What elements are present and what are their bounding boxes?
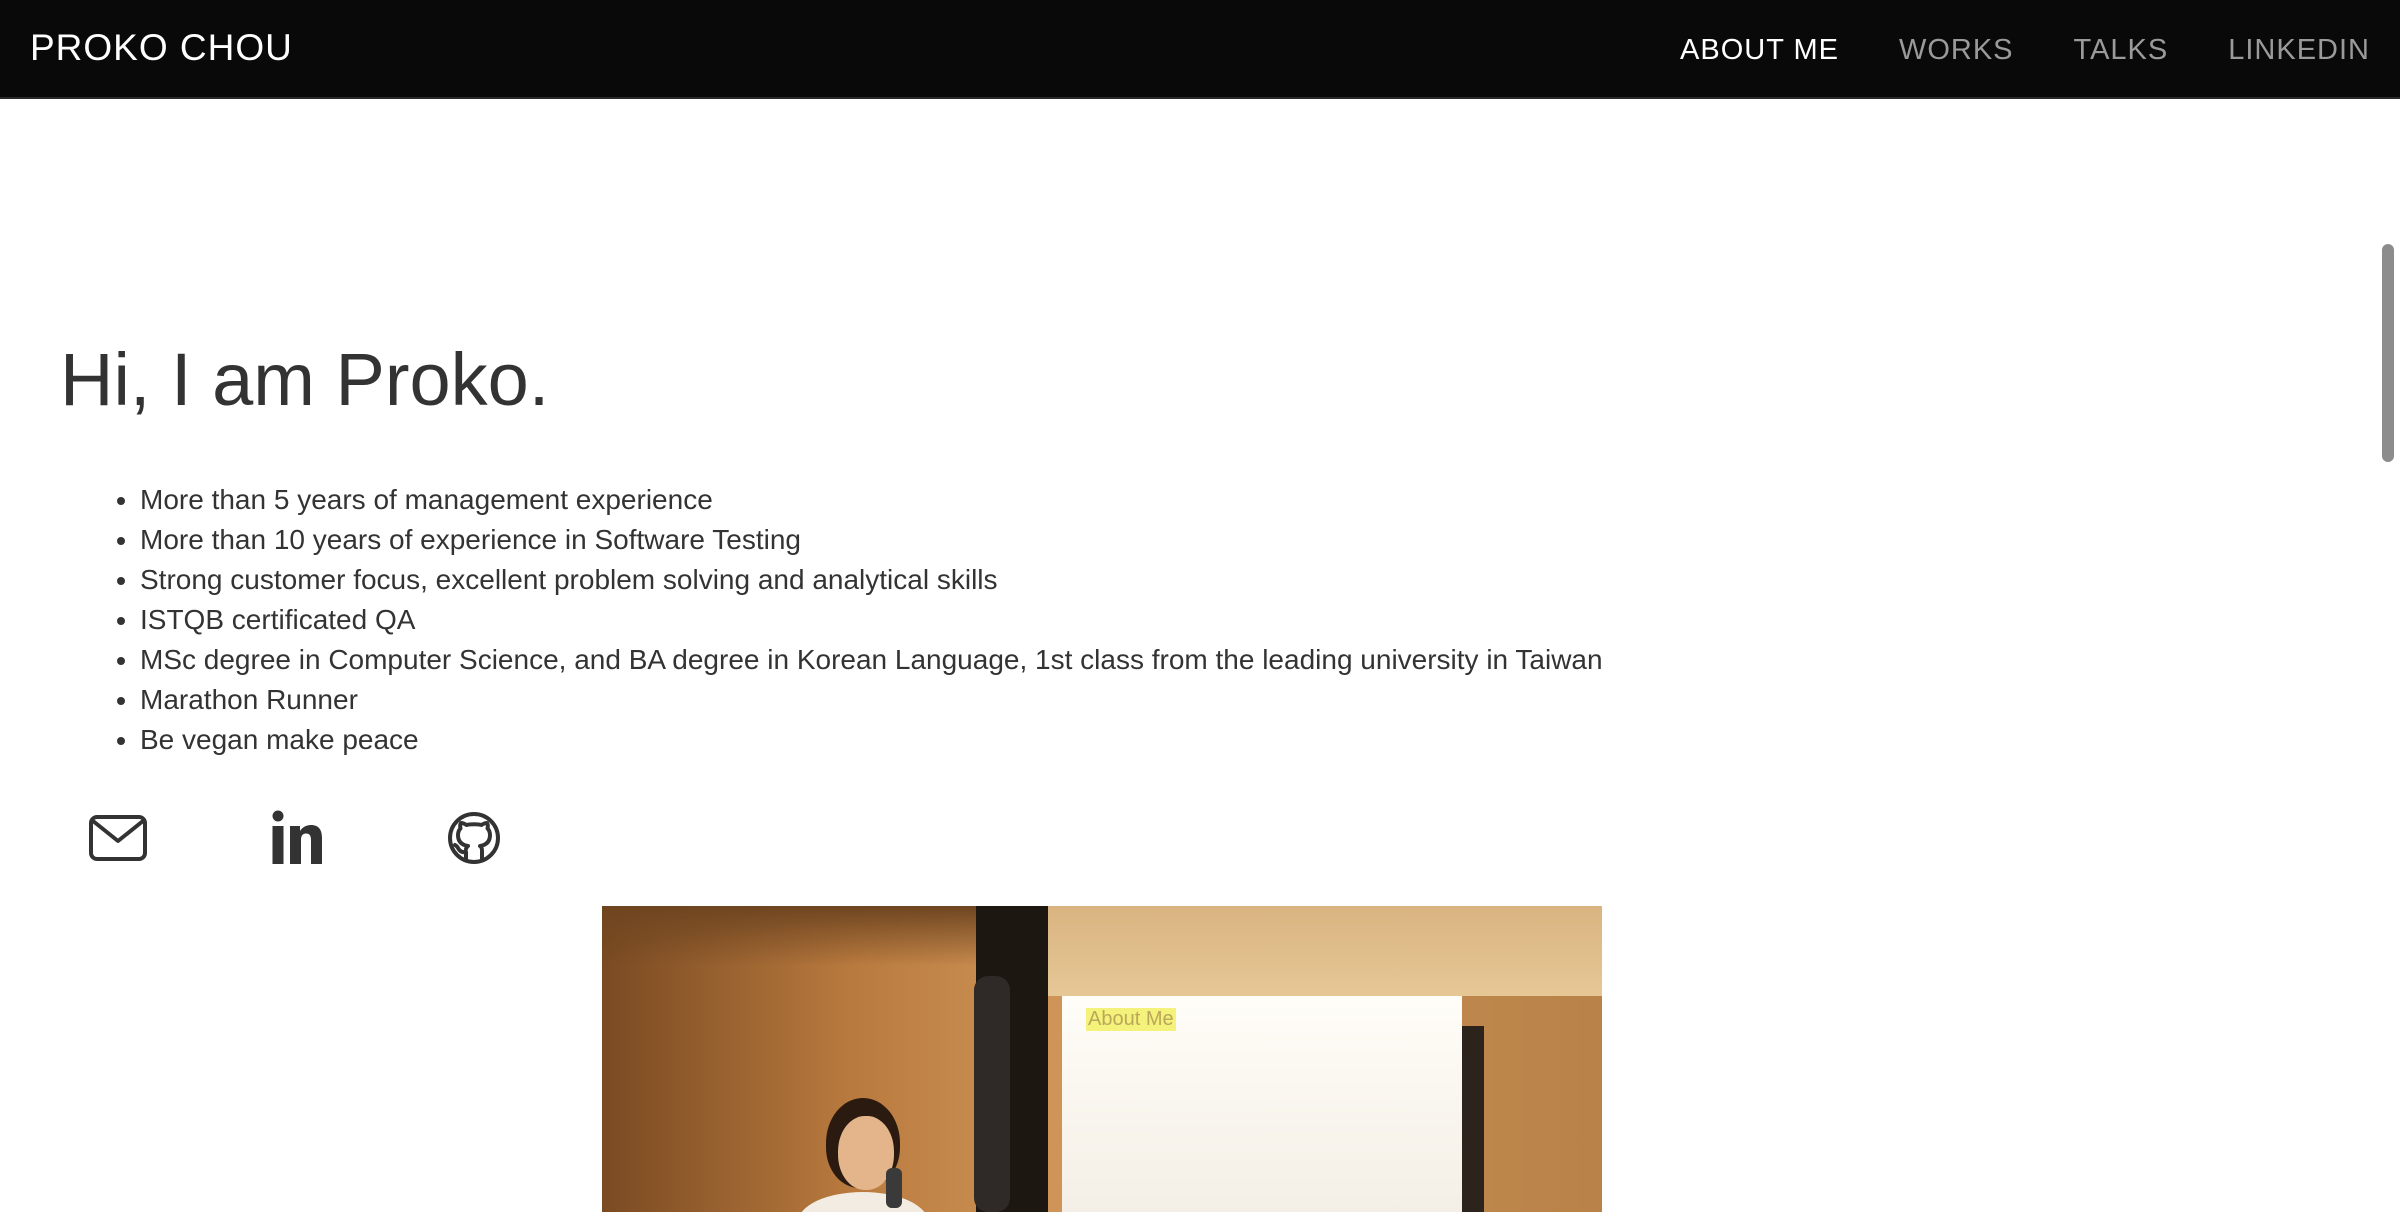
- scrollbar-thumb[interactable]: [2382, 244, 2394, 462]
- github-link[interactable]: [444, 808, 504, 868]
- nav-talks[interactable]: TALKS: [2074, 34, 2169, 67]
- bullet-item: MSc degree in Computer Science, and BA d…: [140, 640, 1603, 680]
- email-link[interactable]: [88, 808, 148, 868]
- bullet-item: ISTQB certificated QA: [140, 600, 1603, 640]
- bullet-item: More than 5 years of management experien…: [140, 480, 1603, 520]
- nav-linkedin[interactable]: LINKEDIN: [2228, 34, 2370, 67]
- nav-works[interactable]: WORKS: [1899, 34, 2014, 67]
- photo-screen-edge: [1462, 1026, 1484, 1212]
- envelope-icon: [89, 815, 147, 861]
- slide-title: About Me: [1086, 1008, 1176, 1031]
- photo-pillar-shadow: [974, 976, 1010, 1212]
- site-brand[interactable]: PROKO CHOU: [30, 26, 293, 70]
- social-links: [88, 808, 504, 868]
- speaker-body: [798, 1192, 928, 1212]
- talk-photo: About Me: [602, 906, 1602, 1212]
- nav-about-me[interactable]: ABOUT ME: [1680, 34, 1839, 67]
- nav-links: ABOUT ME WORKS TALKS LINKEDIN: [1680, 30, 2370, 70]
- bullet-item: Strong customer focus, excellent problem…: [140, 560, 1603, 600]
- linkedin-icon: [272, 810, 322, 864]
- bullet-item: Be vegan make peace: [140, 720, 1603, 760]
- page-headline: Hi, I am Proko.: [60, 338, 550, 421]
- bullet-item: Marathon Runner: [140, 680, 1603, 720]
- about-bullet-list: More than 5 years of management experien…: [60, 480, 1603, 760]
- bullet-item: More than 10 years of experience in Soft…: [140, 520, 1603, 560]
- photo-screen-frame: [1048, 906, 1602, 996]
- github-icon: [448, 812, 500, 864]
- linkedin-link[interactable]: [266, 808, 326, 868]
- microphone: [886, 1168, 902, 1208]
- top-navbar: PROKO CHOU ABOUT ME WORKS TALKS LINKEDIN: [0, 0, 2400, 99]
